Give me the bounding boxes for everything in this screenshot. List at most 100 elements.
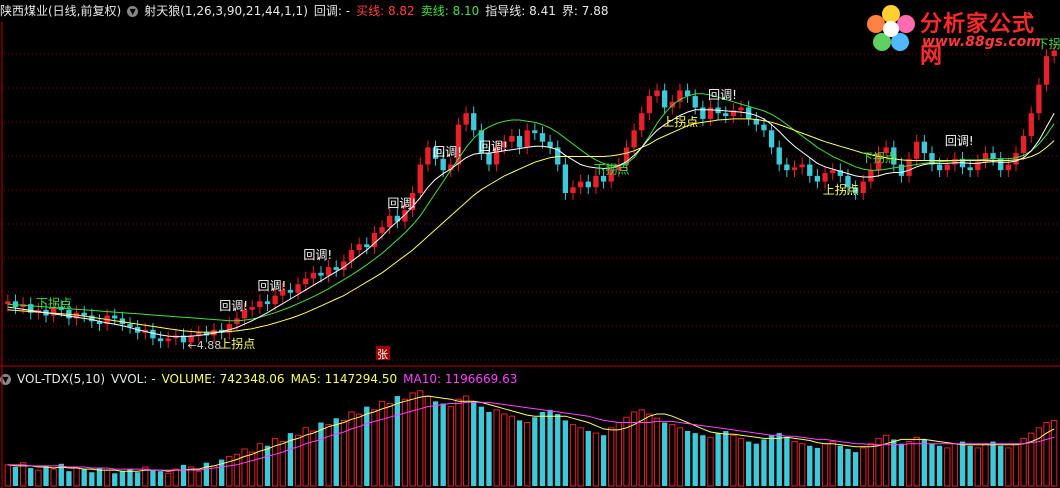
candle-body [440,158,446,171]
volume-bar [998,445,1004,486]
volume-bar [165,472,172,487]
volume-bar [455,398,462,487]
volume-bar [1020,437,1027,487]
volume-bar [852,452,859,486]
candle-body [692,96,698,108]
candle-body [1020,136,1027,154]
volume-bar [585,430,591,486]
candle-body [868,170,874,182]
candle-body [585,181,591,188]
volume-bar [891,439,897,486]
candle-body [539,133,546,142]
volume-bar [364,406,370,486]
candle-body [814,175,821,182]
candle-body [784,164,790,171]
volume-bar [89,472,95,486]
candle-body [707,107,714,119]
volume-bar [524,422,531,487]
volume-bar [921,439,928,486]
candle-body [738,107,744,111]
chart-grid [0,22,1060,488]
volume-bar [730,434,737,487]
volume-bar [73,466,80,487]
volume-bar [700,435,706,486]
volume-bar [409,392,416,487]
zhang-label: 张 [377,348,388,361]
candle-body [287,289,294,293]
volume-bar [112,473,118,486]
candle-body [921,141,928,154]
volume-bar [50,468,57,487]
volume-bar [829,441,836,487]
volume-bar [180,464,187,486]
candle-body [257,301,263,307]
volume-bar [424,395,432,487]
chart-annotation: 回调! [479,140,508,154]
candle-body [700,107,706,119]
chart-annotation: 回调! [303,248,332,262]
volume-bar [615,422,623,487]
volume-bar [967,445,973,486]
volume-bar [936,445,943,486]
volume-bar [318,422,324,486]
volume-bar [951,443,959,487]
candle-body [81,312,87,316]
volume-bar [555,414,561,486]
volume-bar [669,424,676,487]
volume-bar [814,447,821,486]
volume-bar [478,406,485,486]
volume-bar [447,406,454,487]
volume-bar [768,435,775,486]
candle-body [516,136,523,148]
volume-bar [210,465,218,487]
volume-bar [119,471,126,486]
volume-bar [1005,447,1012,487]
chart-annotation: 回调! [387,197,416,211]
candle-body [127,324,133,327]
volume-bar [715,433,721,486]
volume-bar [1012,443,1020,487]
volume-bar [43,465,49,486]
chart-annotation: 回调! [433,145,462,159]
candle-body [860,181,866,193]
candle-body [394,215,401,222]
volume-bar [661,422,668,486]
volume-bar [241,448,248,487]
candle-body [471,113,477,131]
candle-body [356,244,362,250]
candle-body [952,158,958,165]
chart-annotation: 下拐点 [861,150,897,165]
candle-body [333,267,339,270]
volume-bar [592,432,600,487]
volume-bar [562,420,569,486]
chart-annotation: 上拐点 [823,182,859,197]
ma-green-line [7,93,1055,322]
volume-bar [905,441,913,487]
candle-body [570,187,576,193]
volume-bar [898,443,905,486]
candle-body [532,130,538,134]
chart-annotation: 下拐点 [36,296,72,311]
volume-bar [547,409,553,486]
candle-body [157,338,164,342]
volume-bar [172,468,180,487]
volume-bar [684,430,691,486]
volume-bar [471,401,477,486]
volume-ma-lines [7,395,1055,472]
moving-average-lines [7,93,1055,338]
volume-bar [310,430,317,487]
candle-body [364,244,370,248]
volume-bar [516,420,523,486]
volume-bar [608,427,615,487]
candlestick-chart[interactable]: ←4.88回调!回调!回调!回调!回调! 回调!回调!回调!下拐点上拐点下拐点上拐… [0,0,1060,488]
candle-body [768,130,775,148]
candle-body [914,141,920,159]
volume-bar [493,409,500,487]
volume-bar [378,400,386,487]
volume-bar [150,470,156,486]
candle-body [639,113,645,131]
volume-bar [798,443,806,487]
volume-bar [355,413,363,487]
volume-bar [807,445,813,486]
candle-body [249,307,255,310]
